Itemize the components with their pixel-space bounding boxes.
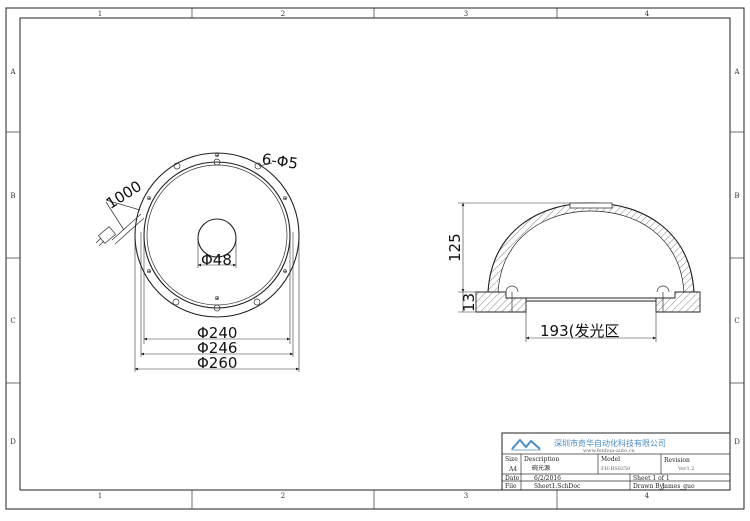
revision-value: Ver1.2: [677, 466, 694, 472]
zone-row-a-right: A: [733, 68, 740, 76]
width-label: 193(发光区: [540, 322, 619, 340]
sheet-inner-border: [19, 17, 731, 491]
svg-text:⊕: ⊕: [146, 195, 151, 202]
inner-flange-circle: [143, 161, 291, 309]
mounting-holes: [172, 158, 262, 312]
outer-flange-circle: [134, 152, 300, 318]
zone-row-c-right: C: [734, 317, 739, 325]
zone-col-4-top: 4: [645, 10, 650, 18]
svg-text:⊕: ⊕: [282, 195, 287, 202]
zone-row-a-left: A: [9, 68, 16, 76]
cable-length-label: 1000: [103, 177, 145, 213]
right-bolt-boss: [656, 285, 670, 293]
company-url: www.fenhua-auto.cn: [583, 448, 635, 454]
size-value: A4: [508, 466, 517, 473]
svg-text:⊕: ⊕: [214, 152, 219, 159]
engineering-drawing: 1 2 3 4 1 2 3 4 A B C D A B C D ⊕ ⊕ ⊕ ⊕ …: [0, 0, 750, 517]
side-view: 125 13 193(发光区: [446, 202, 701, 342]
right-flange-section: [655, 291, 701, 313]
zone-row-d-right: D: [734, 438, 740, 446]
dome-shell-section: [487, 202, 695, 293]
size-label: Size: [505, 456, 518, 463]
zone-col-2-bottom: 2: [281, 492, 285, 500]
model-label: Model: [601, 456, 620, 463]
sheet-outer-border: [5, 7, 745, 510]
revision-label: Revision: [664, 457, 690, 464]
date-value: 6/2/2016: [534, 475, 561, 482]
title-block: 深圳市奇华自动化科技有限公司 www.fenhua-auto.cn Size A…: [501, 432, 731, 491]
sheet-label: Sheet 1 of 1: [633, 475, 670, 482]
top-aperture: [569, 202, 613, 209]
zone-col-1-top: 1: [98, 10, 102, 18]
zone-col-3-top: 3: [464, 10, 468, 18]
inner-diameter-label: Φ48: [201, 251, 232, 269]
left-bolt-boss: [505, 285, 519, 293]
drawn-value: James_guo: [661, 483, 695, 490]
drawing-canvas: 1 2 3 4 1 2 3 4 A B C D A B C D ⊕ ⊕ ⊕ ⊕ …: [5, 7, 745, 510]
height-label: 125: [446, 233, 464, 262]
mounting-hole: [172, 298, 180, 306]
svg-text:⊕: ⊕: [282, 268, 287, 275]
drawn-label: Drawn By:: [633, 483, 665, 490]
zone-col-2-top: 2: [281, 10, 285, 18]
description-value: 碗光源: [532, 464, 550, 472]
svg-text:⊕: ⊕: [146, 268, 151, 275]
date-label: Date: [505, 475, 520, 482]
svg-text:⊕: ⊕: [214, 295, 219, 302]
file-value: Sheet1.SchDoc: [534, 483, 581, 490]
zone-dividers: [6, 8, 744, 509]
model-value: FH-BS0250: [601, 466, 630, 472]
d260-label: Φ260: [197, 354, 237, 372]
zone-row-b-left: B: [10, 192, 15, 200]
zone-col-3-bottom: 3: [464, 492, 468, 500]
mounting-hole: [253, 298, 261, 306]
bowl-edge-circle: [146, 164, 288, 306]
file-label: File: [505, 483, 517, 490]
zone-row-b-right: B: [734, 192, 739, 200]
company-name: 深圳市奇华自动化科技有限公司: [554, 438, 666, 448]
base-height-label: 13: [460, 293, 478, 312]
screw-marks: ⊕ ⊕ ⊕ ⊕ ⊕ ⊕: [146, 152, 287, 302]
front-view: ⊕ ⊕ ⊕ ⊕ ⊕ ⊕ 1000 6-Φ5 Φ48 Φ240 Φ246 Φ260: [95, 150, 300, 372]
company-logo: [511, 438, 541, 451]
left-flange-section: [475, 291, 527, 313]
zone-col-1-bottom: 1: [98, 492, 102, 500]
zone-col-4-bottom: 4: [645, 492, 650, 500]
zone-row-c-left: C: [10, 317, 15, 325]
description-label: Description: [524, 456, 559, 463]
dome-outer: [487, 202, 695, 293]
zone-row-d-left: D: [10, 438, 16, 446]
